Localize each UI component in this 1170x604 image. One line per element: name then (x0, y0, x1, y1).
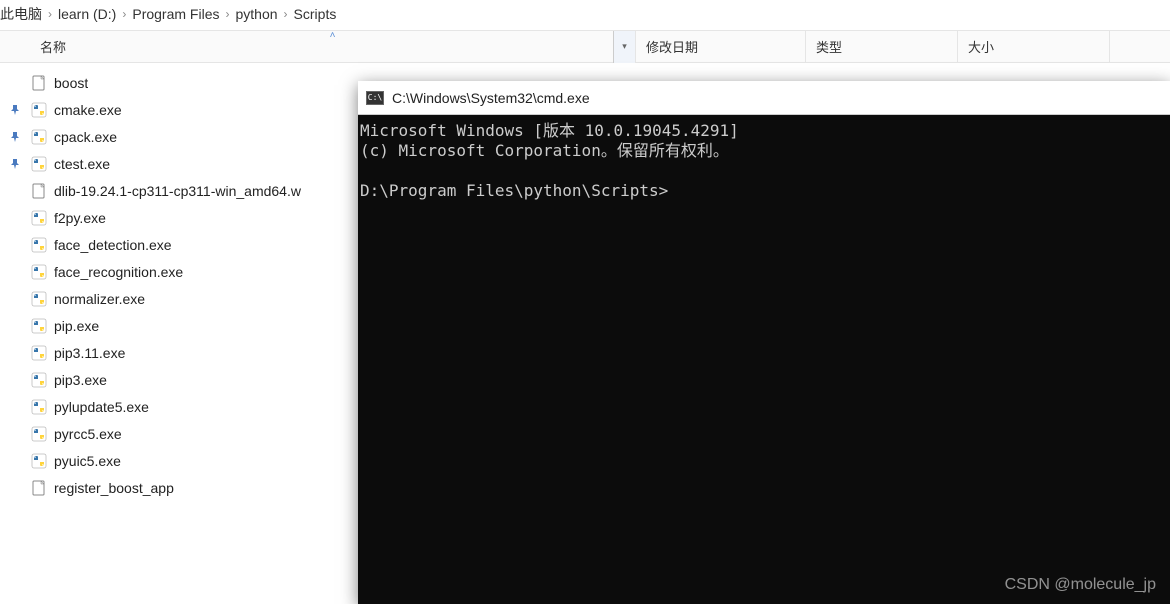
file-name: ctest.exe (54, 156, 110, 172)
file-name: boost (54, 75, 88, 91)
file-name: pip.exe (54, 318, 99, 334)
file-name: dlib-19.24.1-cp311-cp311-win_amd64.w (54, 183, 301, 199)
column-date-label: 修改日期 (646, 37, 698, 56)
python-exe-icon (30, 209, 48, 227)
file-name: face_recognition.exe (54, 264, 183, 280)
breadcrumb-item[interactable]: learn (D:) (58, 6, 116, 22)
breadcrumb: 此电脑 › learn (D:) › Program Files › pytho… (0, 0, 1170, 30)
python-exe-icon (30, 371, 48, 389)
column-type-label: 类型 (816, 37, 842, 56)
file-name: f2py.exe (54, 210, 106, 226)
python-exe-icon (30, 155, 48, 173)
column-name[interactable]: ˄ 名称 ▾ (30, 31, 636, 63)
watermark: CSDN @molecule_jp (1005, 576, 1156, 594)
python-exe-icon (30, 263, 48, 281)
file-icon (30, 182, 48, 200)
file-name: pyuic5.exe (54, 453, 121, 469)
column-dropdown-icon[interactable]: ▾ (613, 31, 635, 63)
chevron-right-icon: › (284, 7, 288, 21)
python-exe-icon (30, 425, 48, 443)
column-headers: ˄ 名称 ▾ 修改日期 类型 大小 (0, 31, 1170, 63)
python-exe-icon (30, 290, 48, 308)
file-name: face_detection.exe (54, 237, 172, 253)
python-exe-icon (30, 398, 48, 416)
cmd-body[interactable]: Microsoft Windows [版本 10.0.19045.4291] (… (358, 115, 1170, 604)
column-type[interactable]: 类型 (806, 31, 958, 63)
breadcrumb-item[interactable]: Scripts (294, 6, 337, 22)
file-name: pip3.exe (54, 372, 107, 388)
sort-ascending-icon: ˄ (330, 30, 336, 41)
column-size[interactable]: 大小 (958, 31, 1110, 63)
file-name: pip3.11.exe (54, 345, 125, 361)
chevron-right-icon: › (226, 7, 230, 21)
file-icon (30, 479, 48, 497)
cmd-line: (c) Microsoft Corporation。保留所有权利。 (360, 141, 729, 160)
cmd-titlebar[interactable]: C:\ C:\Windows\System32\cmd.exe (358, 81, 1170, 115)
column-name-label: 名称 (40, 37, 66, 56)
breadcrumb-item[interactable]: 此电脑 (0, 4, 42, 24)
pin-icon (0, 104, 30, 116)
python-exe-icon (30, 344, 48, 362)
chevron-right-icon: › (48, 7, 52, 21)
cmd-prompt: D:\Program Files\python\Scripts> (360, 181, 668, 200)
column-date[interactable]: 修改日期 (636, 31, 806, 63)
python-exe-icon (30, 452, 48, 470)
file-icon (30, 74, 48, 92)
cmd-window[interactable]: C:\ C:\Windows\System32\cmd.exe Microsof… (358, 81, 1170, 604)
breadcrumb-item[interactable]: Program Files (132, 6, 219, 22)
file-name: normalizer.exe (54, 291, 145, 307)
chevron-right-icon: › (122, 7, 126, 21)
cmd-icon: C:\ (366, 91, 384, 105)
pin-icon (0, 131, 30, 143)
file-name: cpack.exe (54, 129, 117, 145)
cmd-title-text: C:\Windows\System32\cmd.exe (392, 90, 590, 106)
file-name: cmake.exe (54, 102, 122, 118)
column-size-label: 大小 (968, 37, 994, 56)
cmd-line: Microsoft Windows [版本 10.0.19045.4291] (360, 121, 739, 140)
pin-icon (0, 158, 30, 170)
python-exe-icon (30, 236, 48, 254)
python-exe-icon (30, 128, 48, 146)
file-name: pyrcc5.exe (54, 426, 122, 442)
file-name: register_boost_app (54, 480, 174, 496)
python-exe-icon (30, 317, 48, 335)
file-name: pylupdate5.exe (54, 399, 149, 415)
breadcrumb-item[interactable]: python (236, 6, 278, 22)
python-exe-icon (30, 101, 48, 119)
